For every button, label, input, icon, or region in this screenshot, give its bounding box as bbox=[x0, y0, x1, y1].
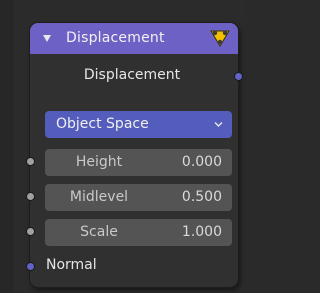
height-value: 0.000 bbox=[181, 154, 222, 170]
collapse-triangle-icon[interactable] bbox=[43, 35, 51, 42]
scale-field[interactable]: Scale 1.000 bbox=[45, 219, 232, 246]
node-title: Displacement bbox=[66, 30, 165, 46]
chevron-down-icon bbox=[214, 122, 223, 127]
editor-left-edge bbox=[0, 0, 14, 293]
normal-socket[interactable] bbox=[26, 262, 35, 271]
midlevel-value: 0.500 bbox=[181, 189, 222, 205]
space-dropdown[interactable]: Object Space bbox=[45, 111, 232, 138]
height-label: Height bbox=[75, 154, 123, 170]
scale-value: 1.000 bbox=[181, 224, 222, 240]
displacement-node[interactable]: Displacement Displacement Object Space H… bbox=[26, 23, 243, 287]
space-dropdown-value: Object Space bbox=[56, 116, 149, 132]
midlevel-socket[interactable] bbox=[26, 192, 35, 201]
node-preview-icon[interactable] bbox=[208, 28, 232, 50]
height-socket[interactable] bbox=[26, 157, 35, 166]
node-editor-canvas[interactable]: Displacement Displacement Object Space H… bbox=[0, 0, 245, 293]
scale-label: Scale bbox=[80, 224, 118, 240]
height-field[interactable]: Height 0.000 bbox=[45, 149, 232, 176]
normal-label: Normal bbox=[46, 257, 97, 273]
midlevel-field[interactable]: Midlevel 0.500 bbox=[45, 184, 232, 211]
midlevel-label: Midlevel bbox=[69, 189, 129, 205]
node-header[interactable]: Displacement bbox=[30, 23, 238, 54]
scale-socket[interactable] bbox=[26, 227, 35, 236]
output-displacement-label: Displacement bbox=[83, 67, 181, 83]
output-displacement-socket[interactable] bbox=[234, 72, 243, 81]
